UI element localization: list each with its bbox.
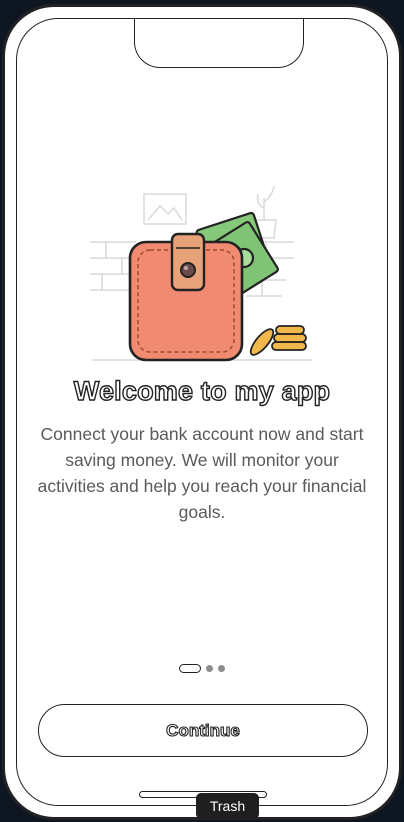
tooltip: Trash — [196, 793, 259, 819]
page-dot-active[interactable] — [179, 664, 201, 673]
screen: Welcome to my app Connect your bank acco… — [0, 0, 404, 822]
phone-frame — [2, 4, 402, 820]
onboarding-description: Connect your bank account now and start … — [37, 424, 367, 522]
page-indicator — [0, 664, 404, 673]
continue-button[interactable]: Continue — [38, 704, 368, 757]
page-dot[interactable] — [218, 665, 225, 672]
phone-screen — [16, 18, 388, 806]
wallet-illustration-icon — [90, 185, 312, 362]
page-title: Welcome to my app — [73, 375, 331, 406]
phone-notch — [134, 19, 304, 68]
continue-button-label: Continue — [166, 720, 241, 740]
page-dot[interactable] — [206, 665, 213, 672]
